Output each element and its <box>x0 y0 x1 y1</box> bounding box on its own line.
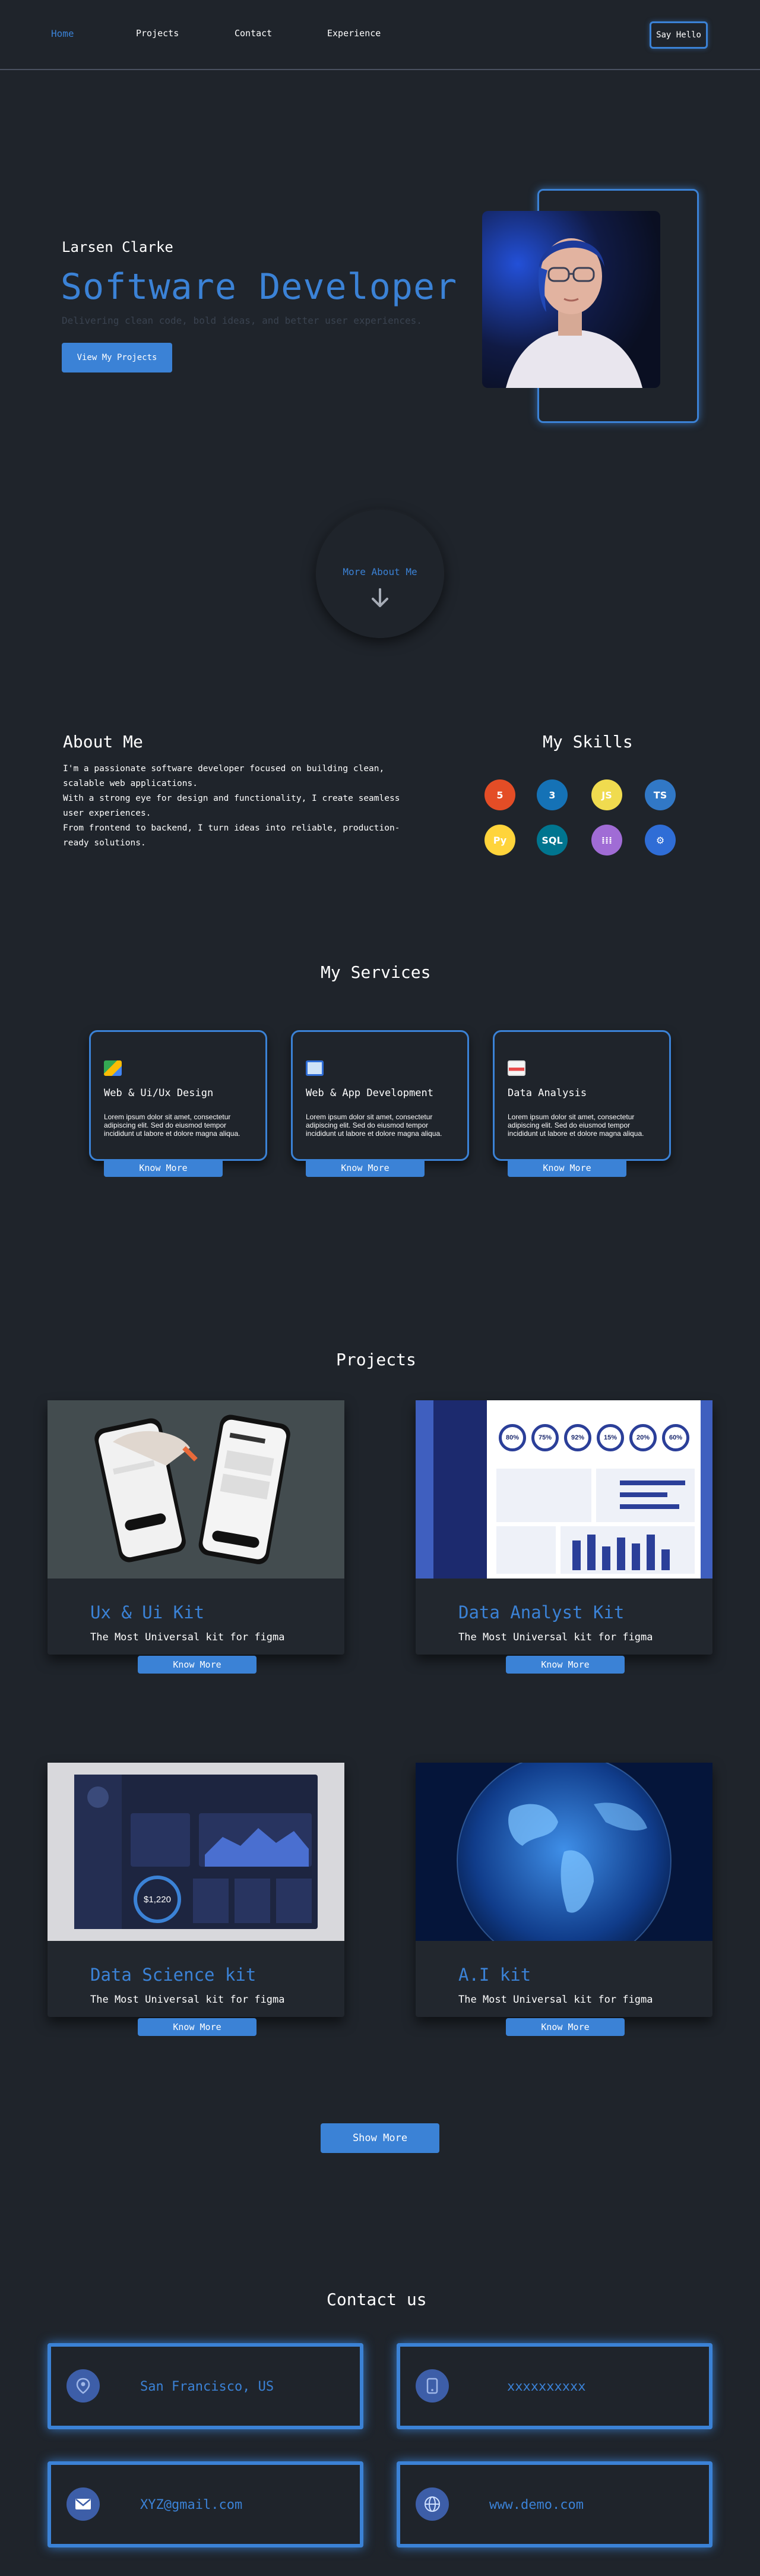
project-title: Data Science kit <box>90 1965 256 1985</box>
project-subtitle: The Most Universal kit for figma <box>458 1994 653 2006</box>
know-more-button[interactable]: Know More <box>506 1656 625 1674</box>
services-heading: My Services <box>321 962 431 982</box>
projects-heading: Projects <box>336 1350 416 1369</box>
service-title: Web & App Development <box>306 1087 433 1099</box>
hero-title: Software Developer <box>61 266 458 308</box>
more-about-me-button[interactable]: More About Me <box>316 510 444 638</box>
project-image: $1,220 <box>48 1763 344 1941</box>
know-more-button[interactable]: Know More <box>506 2018 625 2036</box>
about-paragraph: With a strong eye for design and functio… <box>63 794 400 818</box>
project-title: A.I kit <box>458 1965 531 1985</box>
know-more-button[interactable]: Know More <box>138 2018 256 2036</box>
python-icon: Py <box>484 825 515 855</box>
typescript-icon: TS <box>645 779 676 810</box>
project-image <box>416 1763 712 1941</box>
stat-ring: 15% <box>597 1424 624 1451</box>
css3-icon: 3 <box>537 779 568 810</box>
contact-text: xxxxxxxxxx <box>507 2379 586 2394</box>
stat-ring: 20% <box>629 1424 657 1451</box>
know-more-button[interactable]: Know More <box>138 1656 256 1674</box>
project-card: 80% 75% 92% 15% 20% 60% Data Analyst Kit The … <box>416 1400 712 1674</box>
project-subtitle: The Most Universal kit for figma <box>458 1631 653 1643</box>
chart-icon <box>508 1060 525 1076</box>
top-navbar: Home Projects Contact Experience Say Hel… <box>0 0 760 70</box>
mysql-icon: SQL <box>537 825 568 855</box>
project-image: 80% 75% 92% 15% 20% 60% <box>416 1400 712 1579</box>
contact-card-location[interactable]: San Francisco, US <box>48 2343 363 2429</box>
contact-card-website[interactable]: www.demo.com <box>397 2461 712 2547</box>
javascript-icon: JS <box>591 779 622 810</box>
gear-network-icon: ⚙ <box>645 825 676 855</box>
design-icon <box>104 1060 122 1076</box>
say-hello-button[interactable]: Say Hello <box>650 21 708 49</box>
project-card: Ux & Ui Kit The Most Universal kit for f… <box>48 1400 344 1674</box>
stat-ring: 80% <box>499 1424 526 1451</box>
service-desc: Lorem ipsum dolor sit amet, consectetur … <box>306 1113 442 1138</box>
globe-icon <box>416 2487 449 2521</box>
contact-card-email[interactable]: XYZ@gmail.com <box>48 2461 363 2547</box>
monitor-code-icon <box>306 1060 324 1076</box>
contact-text: XYZ@gmail.com <box>140 2498 243 2512</box>
know-more-button[interactable]: Know More <box>306 1159 425 1177</box>
service-card: Web & App Development Lorem ipsum dolor … <box>291 1030 469 1177</box>
html5-icon: 5 <box>484 779 515 810</box>
service-title: Web & Ui/Ux Design <box>104 1087 214 1099</box>
about-text: I'm a passionate software developer focu… <box>63 762 419 851</box>
nav-link-home[interactable]: Home <box>51 28 74 39</box>
dots-grid-icon: ⁞⁞⁞ <box>591 825 622 855</box>
hero-tagline: Delivering clean code, bold ideas, and b… <box>62 315 422 326</box>
project-image <box>48 1400 344 1579</box>
about-paragraph: From frontend to backend, I turn ideas i… <box>63 823 400 848</box>
arrow-down-icon <box>372 588 388 607</box>
about-paragraph: I'm a passionate software developer focu… <box>63 764 385 788</box>
stat-ring: 75% <box>531 1424 559 1451</box>
contact-text: www.demo.com <box>489 2498 584 2512</box>
mail-icon <box>66 2487 100 2521</box>
hero-name: Larsen Clarke <box>62 239 173 255</box>
know-more-button[interactable]: Know More <box>508 1159 626 1177</box>
dashboard-value: $1,220 <box>134 1876 181 1923</box>
contact-text: San Francisco, US <box>140 2379 274 2394</box>
project-subtitle: The Most Universal kit for figma <box>90 1631 285 1643</box>
location-pin-icon <box>66 2369 100 2403</box>
service-card: Web & Ui/Ux Design Lorem ipsum dolor sit… <box>89 1030 267 1177</box>
project-title: Ux & Ui Kit <box>90 1602 205 1622</box>
stat-ring: 60% <box>662 1424 689 1451</box>
service-title: Data Analysis <box>508 1087 587 1099</box>
know-more-button[interactable]: Know More <box>104 1159 223 1177</box>
project-card: $1,220 Data Science kit The Most Univers… <box>48 1763 344 2036</box>
phone-icon <box>416 2369 449 2403</box>
more-about-me-label: More About Me <box>343 566 417 577</box>
contact-heading: Contact us <box>327 2290 427 2309</box>
nav-link-projects[interactable]: Projects <box>136 28 179 39</box>
service-desc: Lorem ipsum dolor sit amet, consectetur … <box>508 1113 644 1138</box>
contact-card-phone[interactable]: xxxxxxxxxx <box>397 2343 712 2429</box>
show-more-button[interactable]: Show More <box>321 2123 439 2153</box>
project-card: A.I kit The Most Universal kit for figma… <box>416 1763 712 2036</box>
nav-link-experience[interactable]: Experience <box>327 28 381 39</box>
view-projects-button[interactable]: View My Projects <box>62 343 172 372</box>
service-card: Data Analysis Lorem ipsum dolor sit amet… <box>493 1030 671 1177</box>
profile-photo <box>482 211 660 388</box>
project-title: Data Analyst Kit <box>458 1602 625 1622</box>
project-subtitle: The Most Universal kit for figma <box>90 1994 285 2006</box>
about-heading: About Me <box>63 732 143 752</box>
nav-link-contact[interactable]: Contact <box>235 28 272 39</box>
stat-ring: 92% <box>564 1424 591 1451</box>
service-desc: Lorem ipsum dolor sit amet, consectetur … <box>104 1113 240 1138</box>
skills-heading: My Skills <box>543 732 633 752</box>
